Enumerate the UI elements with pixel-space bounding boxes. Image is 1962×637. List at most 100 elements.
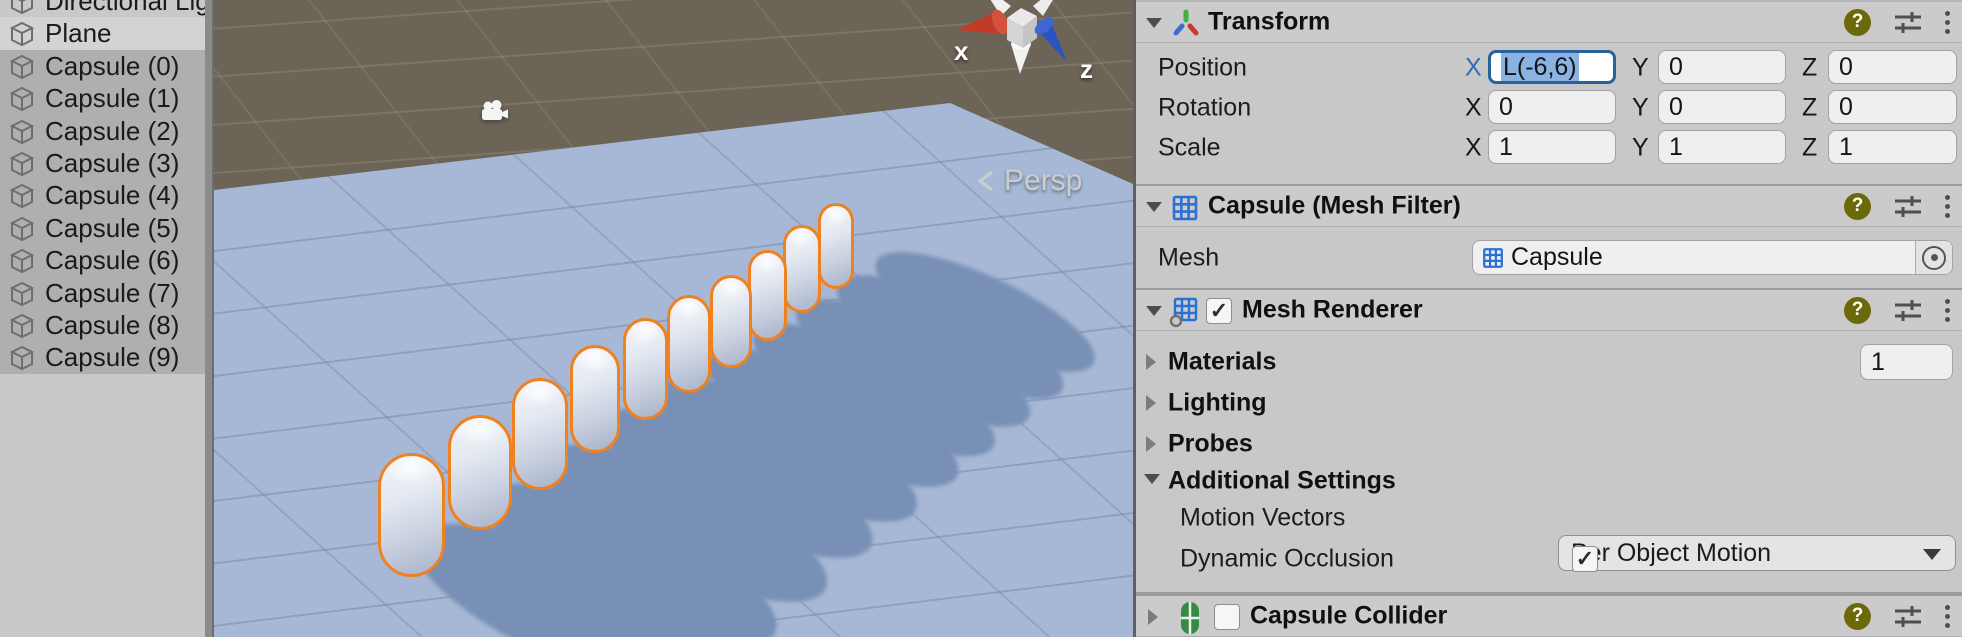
scene-orientation-gizmo[interactable]	[949, 0, 1089, 76]
hierarchy-item-capsule-7[interactable]: Capsule (7)	[0, 277, 205, 310]
hierarchy-item-label: Capsule (5)	[45, 213, 180, 243]
hierarchy-item-capsule-0[interactable]: Capsule (0)	[0, 50, 205, 83]
capsule-object[interactable]	[378, 453, 445, 577]
foldout-closed-icon[interactable]	[1146, 395, 1156, 411]
hierarchy-item-capsule-1[interactable]: Capsule (1)	[0, 82, 205, 115]
foldout-closed-icon[interactable]	[1148, 609, 1158, 625]
gizmo-x-label[interactable]: x	[954, 36, 968, 67]
foldout-closed-icon[interactable]	[1146, 436, 1156, 452]
lighting-foldout[interactable]: Lighting	[1168, 389, 1267, 418]
capsule-object[interactable]	[748, 250, 787, 341]
hierarchy-item-capsule-9[interactable]: Capsule (9)	[0, 341, 205, 374]
component-title: Capsule (Mesh Filter)	[1208, 191, 1461, 220]
transform-header[interactable]: Transform ?	[1136, 0, 1962, 43]
capsule-object[interactable]	[448, 415, 512, 530]
presets-icon[interactable]	[1893, 297, 1923, 323]
gameobject-cube-icon	[9, 216, 35, 241]
help-icon[interactable]: ?	[1844, 192, 1871, 220]
capsule-object[interactable]	[512, 378, 568, 490]
axis-y-label[interactable]: Y	[1632, 54, 1649, 83]
hierarchy-item-label: Capsule (2)	[45, 116, 180, 146]
scale-y-input[interactable]: 1	[1658, 130, 1786, 164]
mesh-label: Mesh	[1158, 243, 1220, 272]
gameobject-cube-icon	[9, 86, 35, 111]
mesh-object-field[interactable]: Capsule	[1472, 240, 1953, 275]
rotation-z-input[interactable]: 0	[1828, 90, 1957, 124]
probes-foldout[interactable]: Probes	[1168, 430, 1253, 459]
object-picker-icon	[1922, 245, 1946, 270]
foldout-closed-icon[interactable]	[1146, 354, 1156, 370]
rotation-x-input[interactable]: 0	[1488, 90, 1616, 124]
axis-y-label[interactable]: Y	[1632, 94, 1649, 123]
more-menu-icon[interactable]	[1945, 10, 1950, 34]
scale-x-input[interactable]: 1	[1488, 130, 1616, 164]
position-x-input[interactable]: L(-6,6)	[1488, 50, 1616, 84]
capsule-object[interactable]	[623, 318, 668, 420]
capsule-object[interactable]	[818, 203, 854, 289]
more-menu-icon[interactable]	[1945, 604, 1950, 628]
dynamic-occlusion-checkbox[interactable]: ✓	[1572, 546, 1598, 572]
inspector-panel: Transform ? Position X L(-6,6) Y 0 Z 0 R…	[1136, 0, 1962, 637]
hierarchy-item-capsule-4[interactable]: Capsule (4)	[0, 179, 205, 212]
additional-settings-foldout[interactable]: Additional Settings	[1168, 467, 1396, 496]
capsule-object[interactable]	[783, 225, 821, 313]
gameobject-cube-icon	[9, 21, 35, 46]
help-icon[interactable]: ?	[1844, 602, 1871, 630]
gameobject-cube-icon	[9, 151, 35, 176]
axis-z-label[interactable]: Z	[1802, 134, 1817, 163]
foldout-open-icon[interactable]	[1144, 474, 1160, 484]
axis-z-label[interactable]: Z	[1802, 94, 1817, 123]
camera-gizmo-icon[interactable]	[480, 100, 510, 124]
axis-x-label[interactable]: X	[1465, 54, 1482, 83]
foldout-open-icon[interactable]	[1146, 18, 1162, 28]
help-icon[interactable]: ?	[1844, 296, 1871, 324]
component-enabled-checkbox[interactable]	[1214, 604, 1240, 630]
hierarchy-item-plane[interactable]: Plane	[0, 17, 205, 50]
more-menu-icon[interactable]	[1945, 194, 1950, 218]
presets-icon[interactable]	[1893, 603, 1923, 629]
scene-view[interactable]: x z Persp	[214, 0, 1133, 637]
gizmo-z-label[interactable]: z	[1080, 54, 1093, 85]
presets-icon[interactable]	[1893, 193, 1923, 219]
rotation-y-input[interactable]: 0	[1658, 90, 1786, 124]
hierarchy-item-capsule-2[interactable]: Capsule (2)	[0, 115, 205, 148]
axis-z-label[interactable]: Z	[1802, 54, 1817, 83]
position-z-input[interactable]: 0	[1828, 50, 1957, 84]
capsule-collider-header[interactable]: Capsule Collider ?	[1136, 594, 1962, 637]
scale-z-input[interactable]: 1	[1828, 130, 1957, 164]
hierarchy-item-capsule-8[interactable]: Capsule (8)	[0, 309, 205, 342]
gameobject-cube-icon	[11, 0, 33, 14]
materials-count-input[interactable]: 1	[1860, 344, 1953, 380]
hierarchy-item-capsule-3[interactable]: Capsule (3)	[0, 147, 205, 180]
motion-vectors-dropdown[interactable]: Per Object Motion	[1558, 535, 1956, 571]
component-enabled-checkbox[interactable]: ✓	[1206, 298, 1232, 324]
hierarchy-item-directional-light[interactable]: Directional Light	[0, 0, 205, 18]
presets-icon[interactable]	[1893, 9, 1923, 35]
component-title: Transform	[1208, 7, 1331, 36]
hierarchy-item-capsule-5[interactable]: Capsule (5)	[0, 212, 205, 245]
hierarchy-item-label: Directional Light	[45, 0, 205, 16]
panel-splitter[interactable]	[205, 0, 214, 637]
foldout-open-icon[interactable]	[1146, 202, 1162, 212]
capsule-object[interactable]	[667, 295, 711, 393]
hierarchy-item-label: Capsule (9)	[45, 342, 180, 372]
axis-x-label[interactable]: X	[1465, 94, 1482, 123]
mesh-renderer-header[interactable]: ✓ Mesh Renderer ?	[1136, 288, 1962, 331]
projection-label: Persp	[1004, 164, 1083, 197]
hierarchy-item-capsule-6[interactable]: Capsule (6)	[0, 244, 205, 277]
foldout-open-icon[interactable]	[1146, 306, 1162, 316]
capsule-object[interactable]	[570, 345, 620, 453]
hierarchy-item-label: Plane	[45, 18, 112, 48]
capsule-object[interactable]	[710, 275, 752, 368]
unity-editor: { "icons": { "check": "✓", "help": "?" }…	[0, 0, 1962, 637]
axis-x-label[interactable]: X	[1465, 134, 1482, 163]
axis-y-label[interactable]: Y	[1632, 134, 1649, 163]
mesh-filter-header[interactable]: Capsule (Mesh Filter) ?	[1136, 184, 1962, 227]
help-icon[interactable]: ?	[1844, 8, 1871, 36]
position-y-input[interactable]: 0	[1658, 50, 1786, 84]
gameobject-cube-icon	[9, 345, 35, 370]
materials-foldout[interactable]: Materials	[1168, 348, 1276, 377]
object-picker-button[interactable]	[1915, 241, 1952, 274]
more-menu-icon[interactable]	[1945, 298, 1950, 322]
projection-toggle[interactable]: Persp	[976, 164, 1082, 198]
